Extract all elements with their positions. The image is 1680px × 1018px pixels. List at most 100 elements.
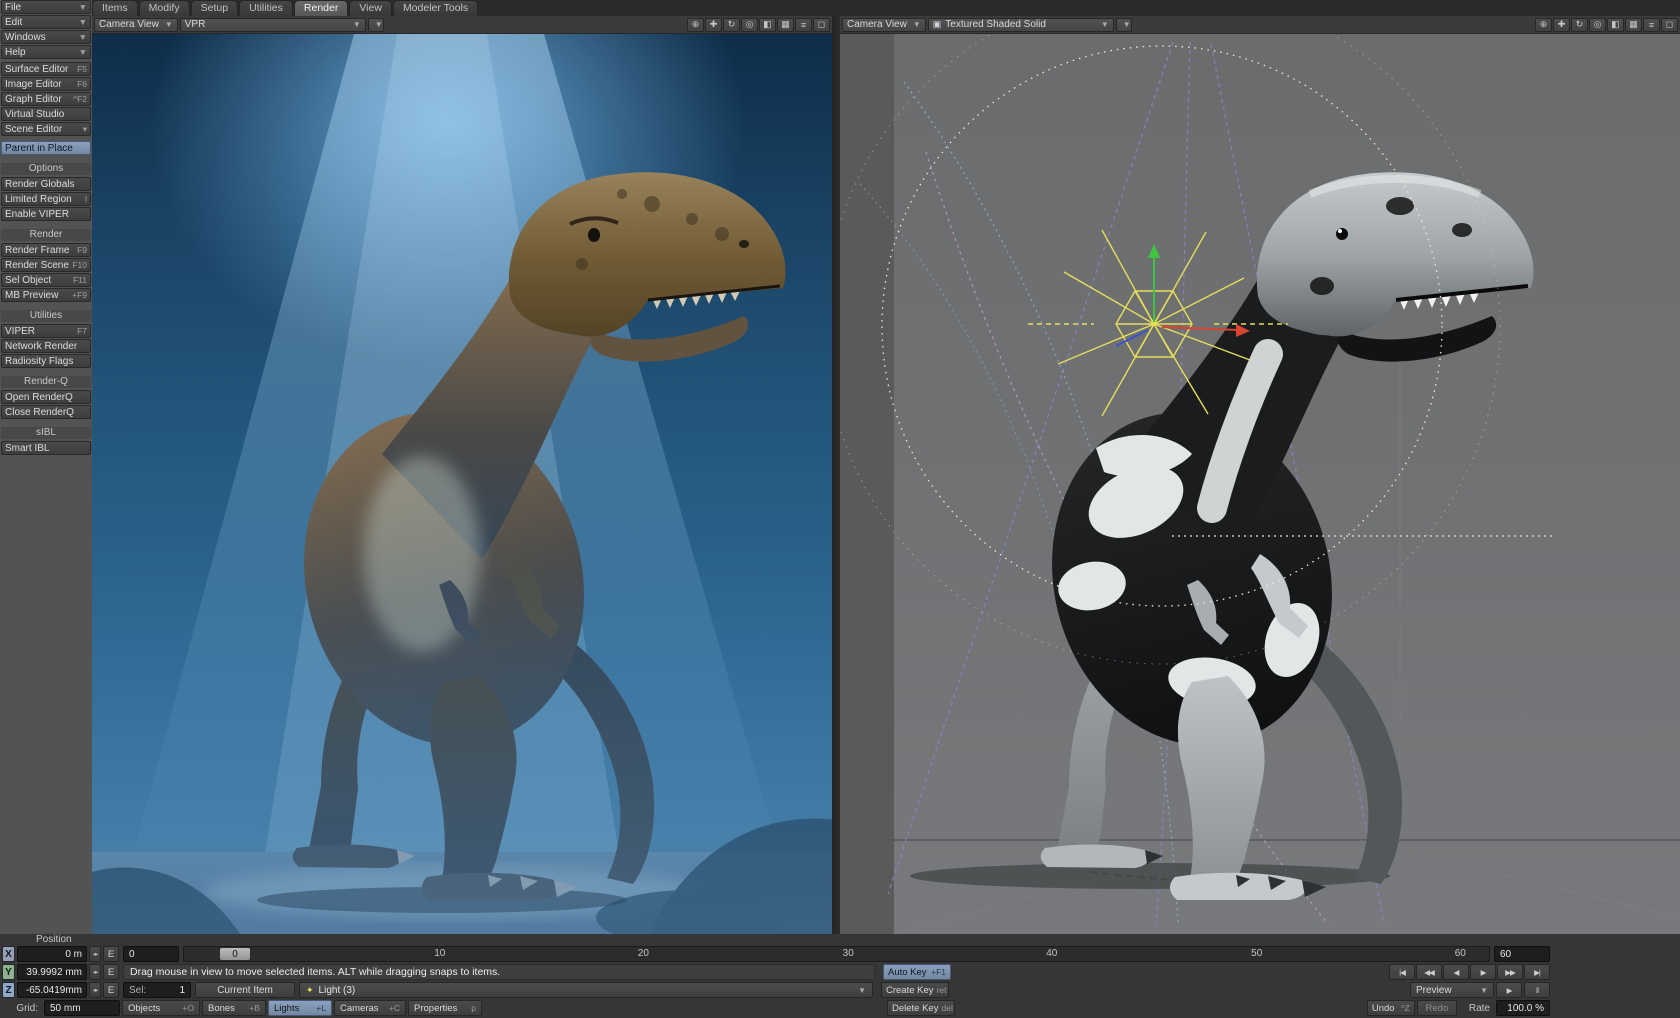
tab-modeler-tools[interactable]: Modeler Tools <box>393 0 478 16</box>
tool-virtual-studio[interactable]: Virtual Studio <box>1 107 91 121</box>
go-end-button[interactable]: ▶| <box>1524 964 1550 980</box>
pan-icon[interactable]: ✚ <box>705 18 722 32</box>
x-envelope-button[interactable]: E <box>103 946 119 962</box>
step-forward-button[interactable]: ▶ <box>1470 964 1496 980</box>
y-axis-button[interactable]: Y <box>2 964 15 980</box>
menu-file[interactable]: File▼ <box>1 0 91 14</box>
timeline-handle[interactable]: 0 <box>220 948 250 960</box>
tab-modify[interactable]: Modify <box>139 0 190 16</box>
next-key-button[interactable]: ▶▶ <box>1497 964 1523 980</box>
tab-items[interactable]: Items <box>92 0 138 16</box>
prev-key-button[interactable]: ◀◀ <box>1416 964 1442 980</box>
render-mode-dropdown-left[interactable]: VPR▼ <box>180 18 366 32</box>
tool-scene-editor[interactable]: Scene Editor▾ <box>1 122 91 136</box>
tool-network-render[interactable]: Network Render <box>1 339 91 353</box>
delete-key-button[interactable]: Delete Keydel <box>887 1000 955 1016</box>
shaded-view[interactable] <box>840 34 1680 934</box>
y-nudge-buttons[interactable]: ◂▸ <box>89 964 101 980</box>
start-frame-field[interactable]: 0 <box>123 946 179 962</box>
menu-edit[interactable]: Edit▼ <box>1 15 91 29</box>
tool-render-frame[interactable]: Render FrameF9 <box>1 243 91 257</box>
tool-mb-preview[interactable]: MB Preview+F9 <box>1 288 91 302</box>
timeline-track[interactable]: 0 10 20 30 40 50 60 <box>183 946 1490 962</box>
camera-toggle-icon[interactable]: ▦ <box>1625 18 1642 32</box>
grid-size-field[interactable]: 50 mm <box>44 1000 120 1016</box>
menu-help[interactable]: Help▼ <box>1 45 91 59</box>
chevron-down-icon: ▼ <box>79 17 87 27</box>
tool-viper[interactable]: VIPERF7 <box>1 324 91 338</box>
filter-objects-button[interactable]: Objects+O <box>122 1000 200 1016</box>
z-nudge-buttons[interactable]: ◂▸ <box>89 982 101 998</box>
grid-row: Grid: 50 mm Objects+O Bones+B Lights+L C… <box>2 1000 1550 1016</box>
play-button[interactable]: ▶ <box>1496 982 1522 998</box>
center-item-icon[interactable]: ⊕ <box>687 18 704 32</box>
view-mode-dropdown-left[interactable]: Camera View▼ <box>94 18 178 32</box>
viewport-options-dropdown-right[interactable]: ▼ <box>1116 18 1132 32</box>
tool-render-scene[interactable]: Render SceneF10 <box>1 258 91 272</box>
end-frame-field[interactable]: 60 <box>1494 946 1550 962</box>
redo-button[interactable]: Redo <box>1417 1000 1457 1016</box>
y-position-field[interactable]: 39.9992 mm <box>17 964 87 980</box>
chevron-down-icon: ▼ <box>375 20 383 29</box>
render-view-vpr[interactable] <box>92 34 832 934</box>
tool-close-renderq[interactable]: Close RenderQ <box>1 405 91 419</box>
tool-parent-in-place[interactable]: Parent in Place <box>1 141 91 155</box>
render-style-icon[interactable]: ◧ <box>1607 18 1624 32</box>
viewport-menu-icon[interactable]: ≡ <box>1643 18 1660 32</box>
tab-view[interactable]: View <box>349 0 392 16</box>
tab-setup[interactable]: Setup <box>191 0 238 16</box>
preview-dropdown[interactable]: Preview▼ <box>1410 982 1494 998</box>
y-envelope-button[interactable]: E <box>103 964 119 980</box>
x-nudge-buttons[interactable]: ◂▸ <box>89 946 101 962</box>
rotate-icon[interactable]: ↻ <box>1571 18 1588 32</box>
tool-limited-region[interactable]: Limited Regionl <box>1 192 91 206</box>
tool-sel-object[interactable]: Sel ObjectF11 <box>1 273 91 287</box>
status-row: Y 39.9992 mm ◂▸ E Drag mouse in view to … <box>2 964 1550 980</box>
create-key-button[interactable]: Create Keyret <box>881 982 949 998</box>
filter-lights-button[interactable]: Lights+L <box>268 1000 332 1016</box>
tool-radiosity-flags[interactable]: Radiosity Flags <box>1 354 91 368</box>
pause-button[interactable]: ‖ <box>1524 982 1550 998</box>
z-axis-button[interactable]: Z <box>2 982 15 998</box>
pan-icon[interactable]: ✚ <box>1553 18 1570 32</box>
view-mode-dropdown-right[interactable]: Camera View▼ <box>842 18 926 32</box>
rate-field[interactable]: 100.0 % <box>1496 1000 1550 1016</box>
tool-label: Surface Editor <box>5 64 68 75</box>
tool-surface-editor[interactable]: Surface EditorF5 <box>1 62 91 76</box>
tool-render-globals[interactable]: Render Globals <box>1 177 91 191</box>
tab-render[interactable]: Render <box>294 0 348 16</box>
menu-windows[interactable]: Windows▼ <box>1 30 91 44</box>
maximize-icon[interactable]: ◻ <box>813 18 830 32</box>
zoom-icon[interactable]: ◎ <box>1589 18 1606 32</box>
undo-button[interactable]: Undo^Z <box>1367 1000 1415 1016</box>
properties-button[interactable]: Propertiesp <box>408 1000 482 1016</box>
auto-key-button[interactable]: Auto Key+F1 <box>883 964 951 980</box>
z-position-field[interactable]: -65.0419mm <box>17 982 87 998</box>
tool-graph-editor[interactable]: Graph Editor^F2 <box>1 92 91 106</box>
render-mode-dropdown-right[interactable]: ▣Textured Shaded Solid▼ <box>928 18 1114 32</box>
maximize-icon[interactable]: ◻ <box>1661 18 1678 32</box>
filter-label: Cameras <box>340 1003 379 1014</box>
step-back-button[interactable]: ◀ <box>1443 964 1469 980</box>
x-position-field[interactable]: 0 m <box>17 946 87 962</box>
x-axis-button[interactable]: X <box>2 946 15 962</box>
current-item-dropdown[interactable]: ✦ Light (3) ▼ <box>299 982 873 998</box>
tab-utilities[interactable]: Utilities <box>239 0 293 16</box>
viewport-options-dropdown-left[interactable]: ▼ <box>368 18 384 32</box>
zoom-icon[interactable]: ◎ <box>741 18 758 32</box>
center-item-icon[interactable]: ⊕ <box>1535 18 1552 32</box>
viewport-menu-icon[interactable]: ≡ <box>795 18 812 32</box>
render-style-icon[interactable]: ◧ <box>759 18 776 32</box>
shortcut-label: +F1 <box>931 967 946 977</box>
rotate-icon[interactable]: ↻ <box>723 18 740 32</box>
tool-image-editor[interactable]: Image EditorF6 <box>1 77 91 91</box>
tool-enable-viper[interactable]: Enable VIPER <box>1 207 91 221</box>
camera-toggle-icon[interactable]: ▦ <box>777 18 794 32</box>
filter-bones-button[interactable]: Bones+B <box>202 1000 266 1016</box>
filter-cameras-button[interactable]: Cameras+C <box>334 1000 406 1016</box>
go-start-button[interactable]: |◀ <box>1389 964 1415 980</box>
tool-open-renderq[interactable]: Open RenderQ <box>1 390 91 404</box>
z-envelope-button[interactable]: E <box>103 982 119 998</box>
tool-smart-ibl[interactable]: Smart IBL <box>1 441 91 455</box>
current-item-button[interactable]: Current Item <box>195 982 295 998</box>
